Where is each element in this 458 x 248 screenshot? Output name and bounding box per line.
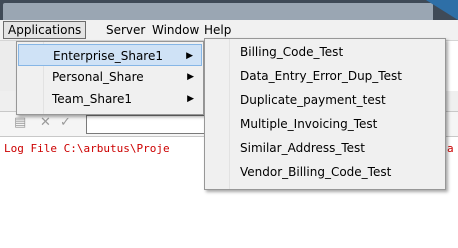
- menu-item-multiple-invoicing-test[interactable]: Multiple_Invoicing_Test: [206, 113, 444, 135]
- accept-icon[interactable]: ✓: [60, 115, 71, 130]
- menu-item-duplicate-payment-test[interactable]: Duplicate_payment_test: [206, 89, 444, 111]
- menu-item-label: Vendor_Billing_Code_Test: [240, 165, 392, 179]
- menu-item-team-share1[interactable]: Team_Share1 ▶: [18, 88, 202, 110]
- menu-item-label: Similar_Address_Test: [240, 141, 366, 155]
- log-output-fragment: a: [447, 142, 454, 155]
- menu-item-label: Billing_Code_Test: [240, 45, 344, 59]
- cancel-icon[interactable]: ✕: [40, 115, 51, 130]
- title-bar-inner: [3, 3, 433, 20]
- enterprise-share1-submenu: Billing_Code_Test Data_Entry_Error_Dup_T…: [204, 38, 446, 190]
- menu-server[interactable]: Server: [102, 22, 149, 38]
- menu-item-vendor-billing-code-test[interactable]: Vendor_Billing_Code_Test: [206, 161, 444, 183]
- submenu-arrow-icon: ▶: [187, 72, 194, 82]
- menu-item-label: Data_Entry_Error_Dup_Test: [240, 69, 402, 83]
- submenu-arrow-icon: ▶: [187, 94, 194, 104]
- menu-item-label: Personal_Share: [52, 70, 144, 84]
- menu-help[interactable]: Help: [200, 22, 235, 38]
- menu-item-billing-code-test[interactable]: Billing_Code_Test: [206, 41, 444, 63]
- menu-item-label: Duplicate_payment_test: [240, 93, 386, 107]
- log-output: Log File C:\arbutus\Proje: [4, 142, 170, 155]
- menu-item-similar-address-test[interactable]: Similar_Address_Test: [206, 137, 444, 159]
- menu-item-label: Team_Share1: [52, 92, 132, 106]
- table-icon[interactable]: ▤: [14, 115, 26, 130]
- menu-item-label: Enterprise_Share1: [53, 49, 163, 63]
- menu-applications[interactable]: Applications: [3, 21, 87, 39]
- menu-item-personal-share[interactable]: Personal_Share ▶: [18, 66, 202, 88]
- menu-item-data-entry-error-dup-test[interactable]: Data_Entry_Error_Dup_Test: [206, 65, 444, 87]
- menu-item-label: Multiple_Invoicing_Test: [240, 117, 378, 131]
- submenu-arrow-icon: ▶: [186, 51, 193, 61]
- applications-menu: Enterprise_Share1 ▶ Personal_Share ▶ Tea…: [16, 41, 204, 115]
- menu-window[interactable]: Window: [148, 22, 203, 38]
- menu-item-enterprise-share1[interactable]: Enterprise_Share1 ▶: [18, 44, 202, 66]
